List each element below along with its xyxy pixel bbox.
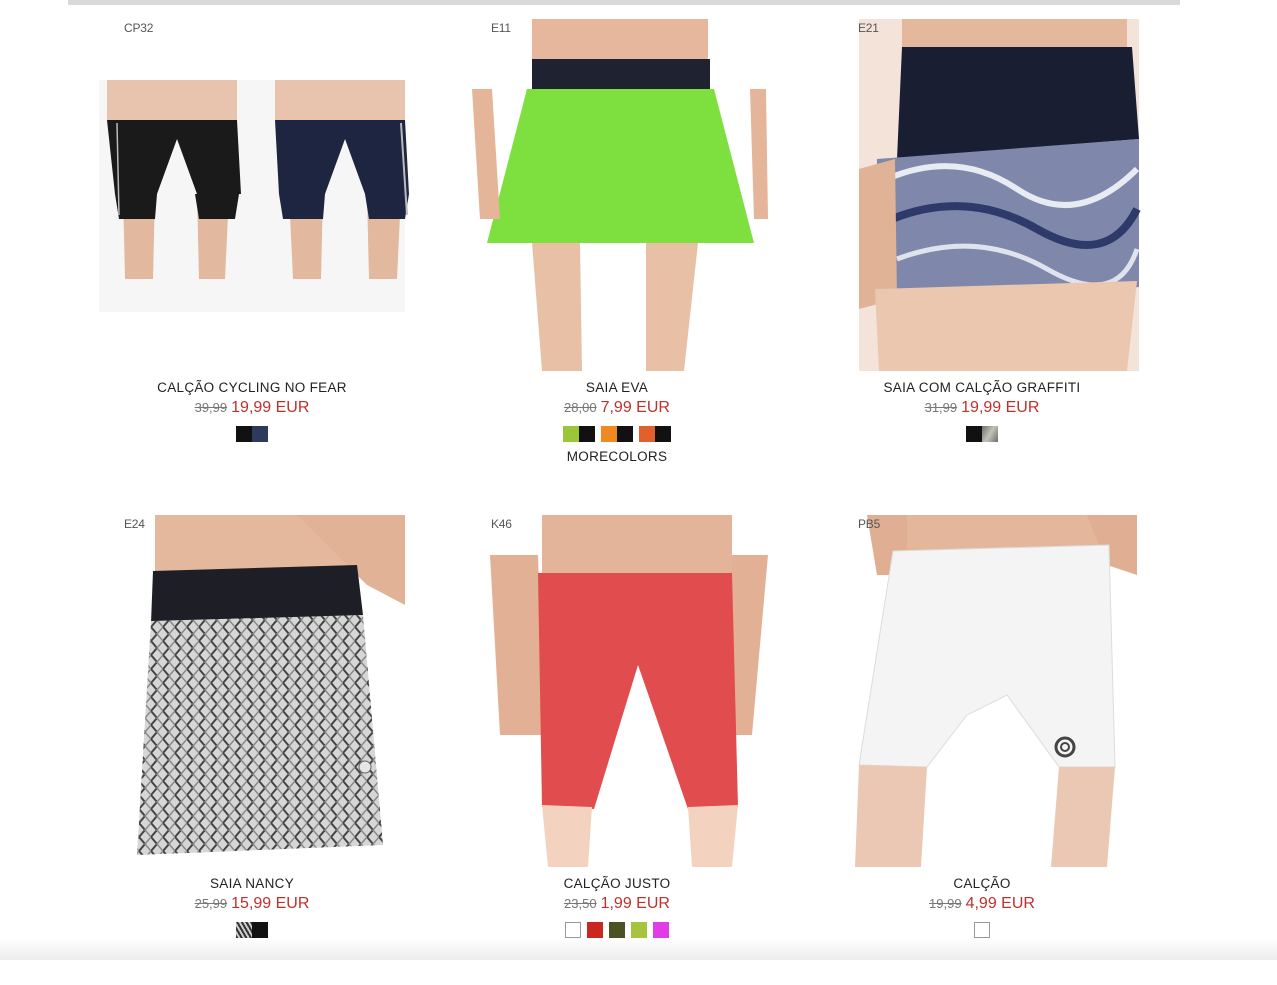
color-swatches bbox=[67, 922, 437, 938]
color-swatches bbox=[797, 426, 1167, 442]
product-code: K46 bbox=[491, 517, 512, 531]
product-code: E24 bbox=[124, 517, 145, 531]
color-swatch[interactable] bbox=[587, 922, 603, 938]
product-card: E24 SAIA NANCY 25,99 15,99 EUR bbox=[67, 515, 437, 985]
color-swatch[interactable] bbox=[966, 426, 998, 442]
product-card: CP32 CALÇÃO CYCLING NO FEAR 39,99 19,99 … bbox=[67, 19, 437, 489]
sale-price: 19,99 EUR bbox=[961, 399, 1040, 416]
old-price: 23,50 bbox=[564, 896, 597, 911]
product-card: E11 SAIA EVA 28,00 7,99 EUR MORECOLORS bbox=[432, 19, 802, 489]
product-image-link[interactable]: PB5 bbox=[797, 515, 1167, 867]
product-photo bbox=[490, 515, 772, 867]
product-name[interactable]: SAIA EVA bbox=[432, 380, 802, 395]
color-swatch[interactable] bbox=[236, 922, 268, 938]
product-photo bbox=[467, 19, 771, 371]
product-code: E11 bbox=[491, 21, 511, 35]
color-swatch[interactable] bbox=[609, 922, 625, 938]
color-swatches bbox=[67, 426, 437, 442]
price-row: 25,99 15,99 EUR bbox=[67, 895, 437, 913]
product-image-link[interactable]: E11 bbox=[432, 19, 802, 371]
product-image-link[interactable]: E24 bbox=[67, 515, 437, 867]
product-image-link[interactable]: CP32 bbox=[67, 19, 437, 371]
price-row: 28,00 7,99 EUR bbox=[432, 399, 802, 417]
sale-price: 4,99 EUR bbox=[965, 895, 1035, 912]
sale-price: 19,99 EUR bbox=[231, 399, 310, 416]
price-row: 19,99 4,99 EUR bbox=[797, 895, 1167, 913]
price-row: 23,50 1,99 EUR bbox=[432, 895, 802, 913]
product-name[interactable]: CALÇÃO JUSTO bbox=[432, 876, 802, 891]
product-card: PB5 CALÇÃO 19,99 4,99 EUR bbox=[797, 515, 1167, 985]
color-swatch[interactable] bbox=[601, 426, 633, 442]
product-card: E21 SAIA COM CALÇÃO GRAFFITI 31,99 19,99 … bbox=[797, 19, 1167, 489]
color-swatches bbox=[432, 922, 802, 938]
sale-price: 1,99 EUR bbox=[600, 895, 670, 912]
product-card: K46 CALÇÃO JUSTO 23,50 1,99 EUR bbox=[432, 515, 802, 985]
sale-price: 15,99 EUR bbox=[231, 895, 310, 912]
color-swatch[interactable] bbox=[653, 922, 669, 938]
color-swatch[interactable] bbox=[236, 426, 268, 442]
old-price: 28,00 bbox=[564, 400, 597, 415]
product-photo bbox=[99, 80, 409, 312]
old-price: 25,99 bbox=[194, 896, 228, 911]
color-swatch[interactable] bbox=[639, 426, 671, 442]
color-swatch[interactable] bbox=[565, 922, 581, 938]
product-image-link[interactable]: E21 bbox=[797, 19, 1167, 371]
old-price: 31,99 bbox=[924, 400, 958, 415]
bottom-fade bbox=[0, 938, 1277, 960]
product-name[interactable]: CALÇÃO bbox=[797, 876, 1167, 891]
price-row: 31,99 19,99 EUR bbox=[797, 399, 1167, 417]
color-swatch[interactable] bbox=[563, 426, 595, 442]
color-swatches bbox=[797, 922, 1167, 938]
product-name[interactable]: SAIA NANCY bbox=[67, 876, 437, 891]
product-photo bbox=[855, 515, 1137, 867]
more-colors-link[interactable]: MORECOLORS bbox=[432, 449, 802, 464]
product-code: E21 bbox=[858, 21, 879, 35]
product-name[interactable]: CALÇÃO CYCLING NO FEAR bbox=[67, 380, 437, 395]
color-swatch[interactable] bbox=[631, 922, 647, 938]
product-grid: CP32 CALÇÃO CYCLING NO FEAR 39,99 19,99 … bbox=[0, 0, 1277, 960]
product-code: PB5 bbox=[858, 517, 881, 531]
price-row: 39,99 19,99 EUR bbox=[67, 399, 437, 417]
old-price: 39,99 bbox=[194, 400, 228, 415]
product-photo bbox=[859, 19, 1141, 371]
sale-price: 7,99 EUR bbox=[600, 399, 670, 416]
product-photo bbox=[137, 515, 405, 867]
old-price: 19,99 bbox=[929, 896, 962, 911]
color-swatch[interactable] bbox=[974, 922, 990, 938]
color-swatches bbox=[432, 426, 802, 442]
product-code: CP32 bbox=[124, 21, 154, 35]
product-name[interactable]: SAIA COM CALÇÃO GRAFFITI bbox=[797, 380, 1167, 395]
product-image-link[interactable]: K46 bbox=[432, 515, 802, 867]
